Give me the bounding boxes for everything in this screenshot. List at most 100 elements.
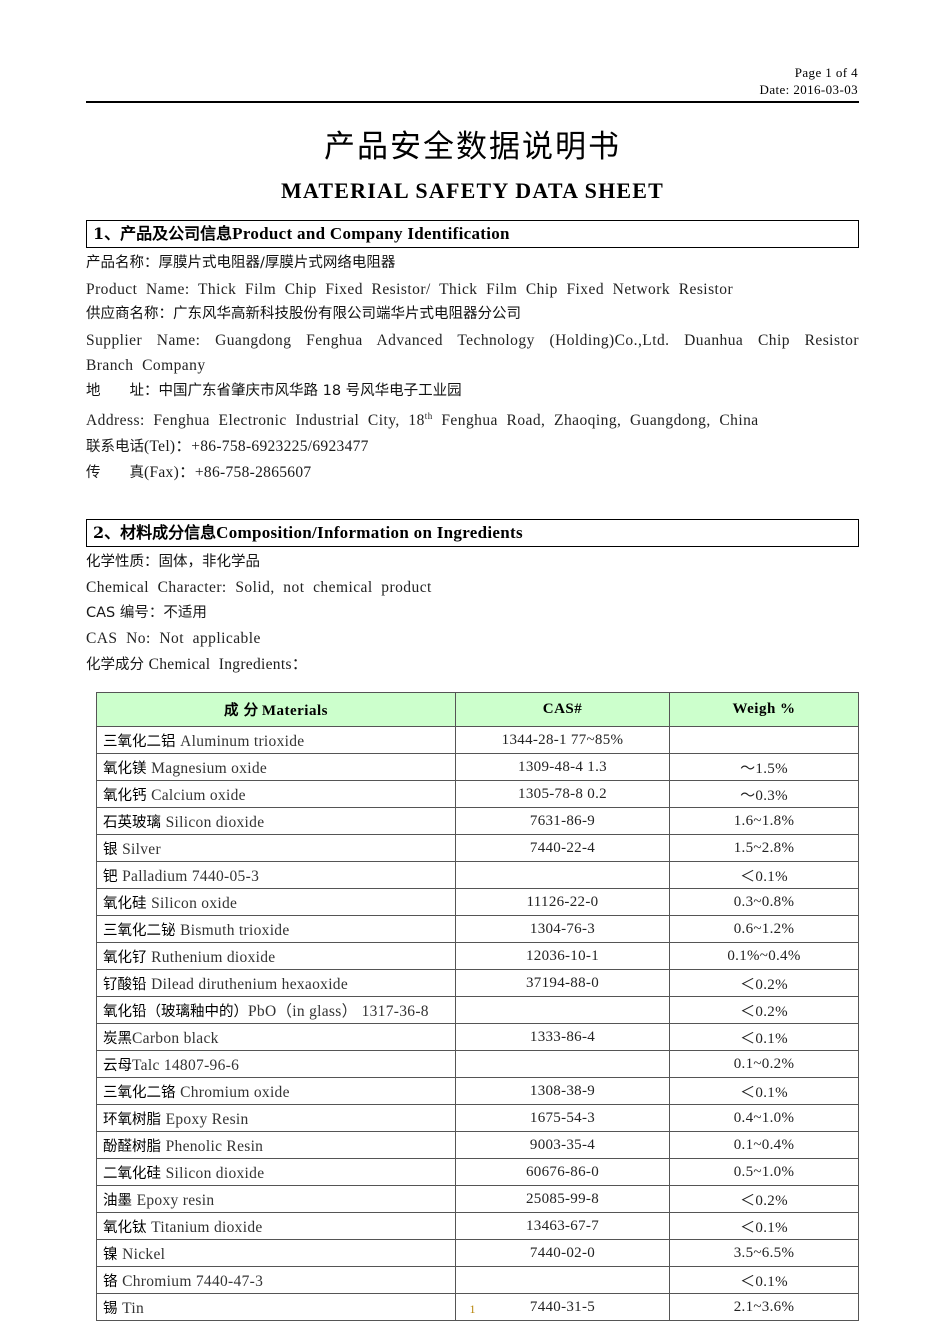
cell-cas-number: 9003-35-4 <box>455 1131 670 1160</box>
material-name-cn: 石英玻璃 <box>103 814 166 831</box>
cell-weight-percent: 0.1~0.4% <box>669 1131 859 1160</box>
cell-cas-number: 7440-22-4 <box>455 834 670 863</box>
table-row: 酚醛树脂 Phenolic Resin 9003-35-4 0.1~0.4% <box>96 1131 859 1160</box>
material-name-en: Calcium oxide <box>151 786 246 804</box>
cell-weight-percent: ＜0.1% <box>669 1077 859 1106</box>
column-header-cas-en: CAS# <box>542 701 583 718</box>
section-heading-2-en: Composition/Information on Ingredients <box>216 522 523 542</box>
material-name-en: Epoxy resin <box>136 1191 215 1209</box>
cell-cas-number: 1308-38-9 <box>455 1077 670 1106</box>
cell-weight-percent: 0.3~0.8% <box>669 888 859 917</box>
table-row: 氧化钙 Calcium oxide 1305-78-8 0.2 ～0.3% <box>96 780 859 809</box>
cell-material: 银 Silver <box>96 834 456 863</box>
cell-weight-percent <box>669 726 859 755</box>
column-header-materials: 成 分 Materials <box>96 692 456 728</box>
cell-cas-number: 37194-88-0 <box>455 969 670 998</box>
table-row: 二氧化硅 Silicon dioxide 60676-86-0 0.5~1.0% <box>96 1158 859 1187</box>
material-name-cn: 三氧化二铝 <box>103 733 181 750</box>
cell-material: 云母Talc 14807-96-6 <box>96 1050 456 1079</box>
chemical-character-cn: 化学性质：固体，非化学品 <box>86 553 260 570</box>
cell-cas-number: 7440-02-0 <box>455 1239 670 1268</box>
fax-line: 传 真(Fax)：+86-758-2865607 <box>86 460 859 487</box>
cell-material: 氧化镁 Magnesium oxide <box>96 753 456 782</box>
cell-material: 氧化铅（玻璃釉中的）PbO（in glass） 1317-36-8 <box>96 996 456 1025</box>
cell-weight-percent: 1.5~2.8% <box>669 834 859 863</box>
material-name-cn: 氧化钛 <box>103 1219 152 1236</box>
cell-cas-number: 25085-99-8 <box>455 1185 670 1214</box>
cell-weight-percent: 0.4~1.0% <box>669 1104 859 1133</box>
chemical-character-en: Chemical Character: Solid, not chemical … <box>86 579 432 597</box>
cell-material: 石英玻璃 Silicon dioxide <box>96 807 456 836</box>
cell-cas-number: 7631-86-9 <box>455 807 670 836</box>
table-row: 三氧化二铝 Aluminum trioxide 1344-28-1 77~85% <box>96 726 859 755</box>
table-row: 钯 Palladium 7440-05-3 ＜0.1% <box>96 861 859 890</box>
cell-weight-percent: ＜0.2% <box>669 996 859 1025</box>
supplier-name-en: Supplier Name: Guangdong Fenghua Advance… <box>86 331 868 375</box>
chemical-ingredients-label: 化学成分 Chemical Ingredients： <box>86 652 859 679</box>
cell-material: 氧化钙 Calcium oxide <box>96 780 456 809</box>
cell-material: 铬 Chromium 7440-47-3 <box>96 1266 456 1295</box>
cell-material: 三氧化二铬 Chromium oxide <box>96 1077 456 1106</box>
material-name-cn: 银 <box>103 841 123 858</box>
material-name-en: Epoxy Resin <box>165 1110 249 1128</box>
cell-material: 油墨 Epoxy resin <box>96 1185 456 1214</box>
material-name-cn: 炭黑 <box>103 1030 132 1047</box>
cell-weight-percent: ～1.5% <box>669 753 859 782</box>
table-row: 银 Silver 7440-22-4 1.5~2.8% <box>96 834 859 863</box>
material-name-en: Silicon oxide <box>151 894 238 912</box>
material-name-en: Phenolic Resin <box>165 1137 264 1155</box>
material-name-en: Nickel <box>122 1245 166 1263</box>
cell-cas-number <box>455 996 670 1025</box>
company-information: 产品名称：厚膜片式电阻器/厚膜片式网络电阻器 Product Name: Thi… <box>86 251 859 487</box>
column-header-weight: Weigh % <box>669 692 859 728</box>
material-name-cn: 氧化铅（玻璃釉中的） <box>103 1004 248 1021</box>
document-date: Date: 2016-03-03 <box>759 82 858 97</box>
cell-weight-percent: 3.5~6.5% <box>669 1239 859 1268</box>
composition-information: 化学性质：固体，非化学品 Chemical Character: Solid, … <box>86 550 859 679</box>
cell-material: 氧化硅 Silicon oxide <box>96 888 456 917</box>
cas-number-cn: CAS 编号：不适用 <box>86 604 207 621</box>
address-en-post: Fenghua Road, Zhaoqing, Guangdong, China <box>432 412 759 430</box>
cell-weight-percent: 1.6~1.8% <box>669 807 859 836</box>
table-row: 三氧化二铋 Bismuth trioxide 1304-76-3 0.6~1.2% <box>96 915 859 944</box>
column-header-cas: CAS# <box>455 692 670 728</box>
cell-material: 钯 Palladium 7440-05-3 <box>96 861 456 890</box>
product-name-en: Product Name: Thick Film Chip Fixed Resi… <box>86 280 734 298</box>
product-name-cn: 产品名称：厚膜片式电阻器/厚膜片式网络电阻器 <box>86 255 396 271</box>
section-heading-1-en: Product and Company Identification <box>232 224 510 243</box>
material-name-cn: 铬 <box>103 1273 123 1290</box>
running-header: Page 1 of 4 Date: 2016-03-03 <box>86 64 859 98</box>
cell-cas-number <box>455 1050 670 1079</box>
cell-weight-percent: ＜0.2% <box>669 1185 859 1214</box>
table-row: 炭黑Carbon black 1333-86-4 ＜0.1% <box>96 1023 859 1052</box>
material-name-en: Talc 14807-96-6 <box>132 1056 240 1074</box>
cell-weight-percent: 0.5~1.0% <box>669 1158 859 1187</box>
page-indicator: Page 1 of 4 <box>794 65 858 80</box>
cell-cas-number: 1333-86-4 <box>455 1023 670 1052</box>
table-row: 氧化硅 Silicon oxide 11126-22-0 0.3~0.8% <box>96 888 859 917</box>
cell-material: 钌酸铅 Dilead diruthenium hexaoxide <box>96 969 456 998</box>
material-name-en: Palladium 7440-05-3 <box>122 867 260 885</box>
cell-weight-percent: 0.1%~0.4% <box>669 942 859 971</box>
table-row: 三氧化二铬 Chromium oxide 1308-38-9 ＜0.1% <box>96 1077 859 1106</box>
material-name-en: Silicon dioxide <box>165 1164 265 1182</box>
material-name-en: Titanium dioxide <box>151 1218 263 1236</box>
table-row: 氧化钌 Ruthenium dioxide 12036-10-1 0.1%~0.4% <box>96 942 859 971</box>
cell-weight-percent: ＜0.1% <box>669 861 859 890</box>
table-row: 石英玻璃 Silicon dioxide 7631-86-9 1.6~1.8% <box>96 807 859 836</box>
cell-cas-number: 11126-22-0 <box>455 888 670 917</box>
section-heading-2: 2、材料成分信息Composition/Information on Ingre… <box>86 518 859 547</box>
cas-number-en: CAS No: Not applicable <box>86 630 261 648</box>
cell-material: 二氧化硅 Silicon dioxide <box>96 1158 456 1187</box>
table-row: 氧化铅（玻璃釉中的）PbO（in glass） 1317-36-8 ＜0.2% <box>96 996 859 1025</box>
material-name-en: Dilead diruthenium hexaoxide <box>151 975 349 993</box>
address-cn: 地 址：中国广东省肇庆市风华路 18 号风华电子工业园 <box>86 382 462 399</box>
ingredients-table-body: 三氧化二铝 Aluminum trioxide 1344-28-1 77~85% 氧… <box>96 726 859 1322</box>
cell-material: 三氧化二铋 Bismuth trioxide <box>96 915 456 944</box>
cell-cas-number: 13463-67-7 <box>455 1212 670 1241</box>
material-name-en: Chromium 7440-47-3 <box>122 1272 264 1290</box>
page-title-english: MATERIAL SAFETY DATA SHEET <box>280 178 665 203</box>
material-name-cn: 云母 <box>103 1057 132 1074</box>
document-page: Page 1 of 4 Date: 2016-03-03 产品安全数据说明书 M… <box>0 0 945 1337</box>
cell-material: 镍 Nickel <box>96 1239 456 1268</box>
